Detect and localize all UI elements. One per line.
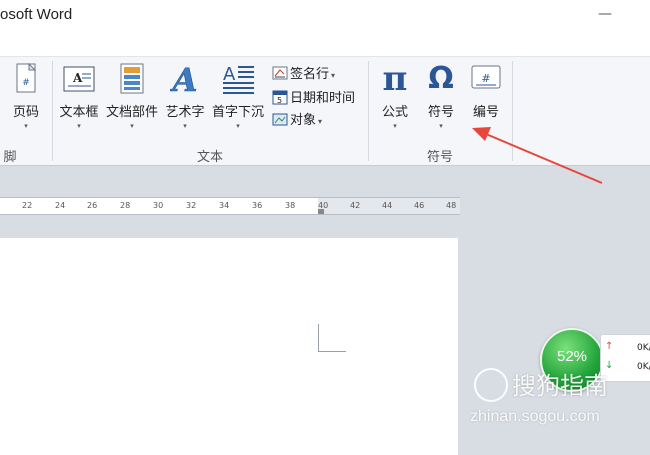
- watermark-url: zhinan.sogou.com: [470, 408, 600, 425]
- sogou-logo-icon: [474, 368, 508, 402]
- memory-percent: 52%: [556, 348, 588, 365]
- download-speed: 0K/: [637, 362, 650, 372]
- upload-speed: 0K/: [637, 343, 650, 353]
- watermark-brand: 搜狗指南: [512, 372, 608, 400]
- upload-arrow-icon: ↑: [605, 341, 614, 352]
